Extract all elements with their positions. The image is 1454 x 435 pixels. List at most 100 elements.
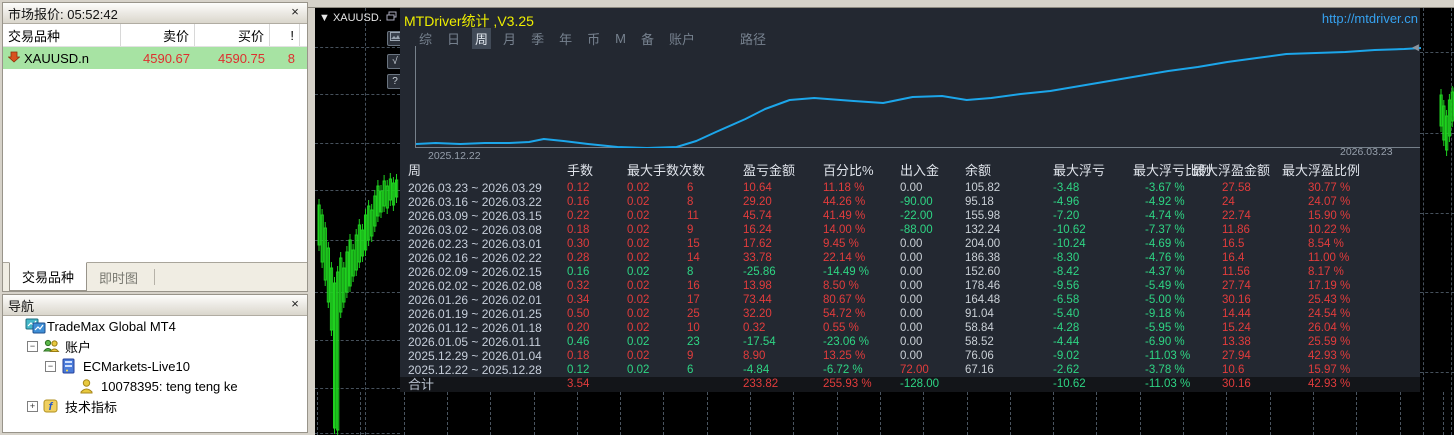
cell: 2026.03.23 ~ 2026.03.29 (408, 181, 542, 195)
stats-row-13: 2025.12.22 ~ 2025.12.28 0.12 0.02 6 -4.84 -6.… (408, 363, 1410, 377)
cell: -23.06 % (823, 336, 870, 348)
tree-item-label: 技术指标 (65, 399, 118, 415)
cell: 2026.02.09 ~ 2026.02.15 (408, 265, 542, 279)
cell: 17.62 (743, 238, 772, 250)
expand-icon[interactable]: + (27, 400, 38, 412)
cell: -4.92 % (1145, 196, 1185, 208)
gridline (879, 392, 881, 435)
cell: 0.00 (900, 182, 923, 194)
gridline (1183, 392, 1184, 435)
chart-area: ▼ XAUUSD. √? MTDriver统计 ,V3.25 http://mt… (308, 0, 1454, 435)
bid-price: 4590.67 (143, 50, 190, 66)
cell: 2025.12.29 ~ 2026.01.04 (408, 349, 542, 363)
cell: 2026.01.19 ~ 2026.01.25 (408, 307, 542, 321)
collapse-icon[interactable]: − (27, 340, 38, 352)
cell: -10.24 (1053, 238, 1086, 250)
tree-item-label: 账户 (65, 339, 92, 355)
stats-row-0: 2026.03.23 ~ 2026.03.29 0.12 0.02 6 10.64 11.… (408, 181, 1410, 195)
cell: 10.22 % (1308, 224, 1351, 236)
gridline (706, 392, 708, 435)
cell: 0.00 (900, 238, 923, 250)
cell: -5.95 % (1145, 322, 1185, 334)
cell (687, 377, 743, 392)
cell: 0.16 (567, 266, 590, 278)
cell: 8.17 % (1308, 266, 1344, 278)
cell: 29.20 (743, 196, 772, 208)
cell: 0.00 (900, 294, 923, 306)
cell: 0.28 (567, 252, 590, 264)
market-watch-panel: 市场报价: 05:52:42 × 交易品种 卖价 买价 ! XAUUSD.n 4… (2, 2, 311, 292)
cell: 0.02 (627, 266, 650, 278)
tab-symbols[interactable]: 交易品种 (9, 262, 88, 291)
cell: 0.02 (627, 322, 650, 334)
stats-col-1: 手数 (567, 163, 594, 178)
tree-item-2[interactable]: − ECMarkets-Live10 (3, 356, 307, 376)
chart-title-tab[interactable]: ▼ XAUUSD. (319, 11, 397, 24)
cell: 0.02 (627, 294, 650, 306)
cell: 67.16 (965, 364, 994, 376)
cell: 8.54 % (1308, 238, 1344, 250)
cell: -4.74 % (1145, 210, 1185, 222)
tab-separator (154, 269, 156, 285)
stats-row-7: 2026.02.02 ~ 2026.02.08 0.32 0.02 16 13.98 8.… (408, 279, 1410, 293)
gridline (446, 392, 448, 435)
close-icon[interactable]: × (288, 5, 302, 20)
cell: 26.04 % (1308, 322, 1351, 334)
cell: 0.12 (567, 182, 590, 194)
toolbar-item-7[interactable]: M (612, 30, 629, 47)
cell: 3.54 (567, 378, 590, 390)
cell: 54.72 % (823, 308, 866, 320)
col-bid: 卖价 (121, 24, 195, 46)
stats-row-10: 2026.01.12 ~ 2026.01.18 0.20 0.02 10 0.32 0.5… (408, 321, 1410, 335)
tab-tick-chart[interactable]: 即时图 (87, 263, 150, 291)
cell: -90.00 (900, 196, 933, 208)
cell: 8.50 % (823, 280, 859, 292)
cell: -3.78 % (1145, 364, 1185, 376)
total-row-cells: 合计 3.54 233.82 255.93 % -128.00 -10.62 -11.03 … (408, 377, 1410, 392)
cell: 16.4 (1222, 252, 1245, 264)
cell: -6.72 % (823, 364, 863, 376)
cell: -10.62 (1053, 378, 1086, 390)
gridline (403, 392, 405, 435)
cell: 25.59 % (1308, 336, 1351, 348)
cell: 76.06 (965, 350, 994, 362)
indicators-icon: f (43, 398, 60, 414)
cell: 44.26 % (823, 196, 866, 208)
cell: 14.00 % (823, 224, 866, 236)
stats-col-10: 最大浮盈比例 (1282, 163, 1361, 178)
cell: -4.76 % (1145, 252, 1185, 264)
tree-item-4[interactable]: + f 技术指标 (3, 396, 307, 416)
cell: 17.19 % (1308, 280, 1351, 292)
cell: -4.96 (1053, 196, 1080, 208)
tree-item-label: TradeMax Global MT4 (47, 318, 176, 334)
chart-window[interactable]: ▼ XAUUSD. √? MTDriver统计 ,V3.25 http://mt… (315, 8, 1454, 435)
cell: -4.28 (1053, 322, 1080, 334)
tree-item-0[interactable]: TradeMax Global MT4 (3, 316, 307, 336)
cell: 0.02 (627, 308, 650, 320)
mtdriver-url-link[interactable]: http://mtdriver.cn (1322, 11, 1418, 26)
gridline (490, 392, 492, 435)
stats-row-8: 2026.01.26 ~ 2026.02.01 0.34 0.02 17 73.44 80… (408, 293, 1410, 307)
gridline (793, 392, 795, 435)
cell: 15.90 % (1308, 210, 1351, 222)
cell: 152.60 (965, 266, 1001, 278)
cell: -3.48 (1053, 182, 1080, 194)
stats-row-2: 2026.03.09 ~ 2026.03.15 0.22 0.02 11 45.74 41… (408, 209, 1410, 223)
symbol-row-xauusd[interactable]: XAUUSD.n 4590.67 4590.75 8 (3, 47, 307, 69)
cell: 2026.01.05 ~ 2026.01.11 (408, 335, 541, 349)
gridline (1423, 8, 1424, 435)
tree-item-3[interactable]: 10078395: teng teng ke (3, 376, 307, 396)
cell: 0.32 (567, 280, 590, 292)
cell: 27.74 (1222, 280, 1251, 292)
curve-end-marker: ◀ (1412, 42, 1419, 52)
close-icon[interactable]: × (288, 297, 302, 312)
equity-curve-chart (415, 46, 1421, 148)
collapse-icon[interactable]: − (45, 360, 56, 372)
cell: -5.40 (1053, 308, 1080, 320)
stats-row-11: 2026.01.05 ~ 2026.01.11 0.46 0.02 23 -17.54 -… (408, 335, 1410, 349)
cell: -25.86 (743, 266, 776, 278)
stats-col-4: 百分比% (823, 163, 874, 178)
tree-item-1[interactable]: − 账户 (3, 336, 307, 356)
cell: 11.18 % (823, 182, 865, 194)
gridline (1356, 392, 1358, 435)
